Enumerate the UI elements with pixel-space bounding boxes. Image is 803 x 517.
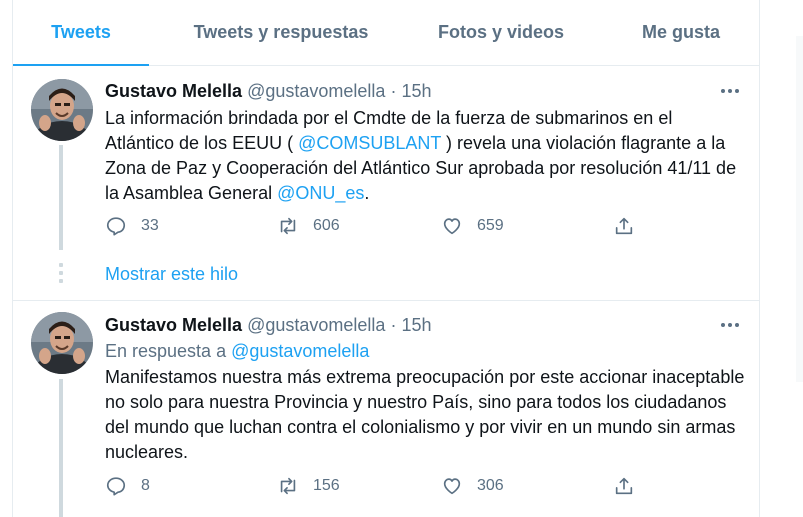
timestamp[interactable]: 15h bbox=[401, 81, 431, 101]
thread-connector bbox=[59, 145, 63, 250]
author-name[interactable]: Gustavo Melella bbox=[105, 81, 242, 101]
reply-handle-link[interactable]: @gustavomelella bbox=[231, 341, 369, 361]
reply-prefix: En respuesta a bbox=[105, 341, 227, 361]
reply-count: 33 bbox=[141, 217, 159, 234]
tweet[interactable]: Gustavo Melella @gustavomelella · 15h La… bbox=[13, 66, 759, 250]
tweet-text-part: . bbox=[364, 183, 370, 203]
thread-connector bbox=[59, 379, 63, 517]
share-icon bbox=[615, 217, 633, 235]
tab-media-label: Fotos y videos bbox=[437, 22, 565, 42]
avatar-image bbox=[31, 79, 93, 141]
retweet-button[interactable]: 606 bbox=[277, 214, 340, 238]
tweet-text: Manifestamos nuestra más extrema preocup… bbox=[105, 367, 745, 462]
retweet-button[interactable]: 156 bbox=[277, 474, 340, 498]
author-name[interactable]: Gustavo Melella bbox=[105, 315, 242, 335]
retweet-icon bbox=[280, 477, 296, 495]
avatar[interactable] bbox=[31, 79, 93, 141]
tab-tweets-label: Tweets bbox=[51, 22, 111, 42]
share-icon bbox=[615, 477, 633, 495]
share-button[interactable] bbox=[613, 474, 635, 498]
timestamp[interactable]: 15h bbox=[401, 315, 431, 335]
tab-tweets-and-replies[interactable]: Tweets y respuestas bbox=[173, 0, 389, 65]
profile-timeline: Tweets Tweets y respuestas Fotos y video… bbox=[12, 0, 760, 517]
tweet-actions: 8 156 306 bbox=[105, 474, 645, 498]
tab-tweets[interactable]: Tweets bbox=[13, 0, 149, 66]
tab-likes[interactable]: Me gusta bbox=[623, 0, 739, 65]
reply-icon bbox=[106, 477, 126, 496]
reply-count: 8 bbox=[141, 477, 150, 494]
tab-tweets-and-replies-label: Tweets y respuestas bbox=[193, 22, 369, 42]
right-column-edge bbox=[796, 36, 803, 382]
retweet-count: 606 bbox=[313, 217, 340, 234]
like-count: 659 bbox=[477, 217, 504, 234]
mention-link[interactable]: @ONU_es bbox=[277, 183, 364, 203]
tweet-text: La información brindada por el Cmdte de … bbox=[105, 106, 745, 206]
share-button[interactable] bbox=[613, 214, 635, 238]
reply-button[interactable]: 33 bbox=[105, 214, 159, 238]
like-count: 306 bbox=[477, 477, 504, 494]
like-icon bbox=[443, 218, 461, 235]
separator: · bbox=[390, 315, 397, 335]
more-icon[interactable] bbox=[718, 317, 742, 333]
reply-context: En respuesta a @gustavomelella bbox=[105, 341, 369, 362]
mention-link[interactable]: @COMSUBLANT bbox=[298, 133, 441, 153]
author-handle[interactable]: @gustavomelella bbox=[247, 315, 385, 335]
retweet-count: 156 bbox=[313, 477, 340, 494]
tweet[interactable]: Gustavo Melella @gustavomelella · 15h En… bbox=[13, 301, 759, 517]
profile-tabs: Tweets Tweets y respuestas Fotos y video… bbox=[13, 0, 759, 66]
show-thread-link[interactable]: Mostrar este hilo bbox=[105, 264, 238, 285]
tab-media[interactable]: Fotos y videos bbox=[423, 0, 579, 65]
separator: · bbox=[390, 81, 397, 101]
avatar-image bbox=[31, 312, 93, 374]
tab-likes-label: Me gusta bbox=[641, 22, 720, 42]
like-button[interactable]: 659 bbox=[441, 214, 504, 238]
tweet-header: Gustavo Melella @gustavomelella · 15h bbox=[105, 81, 432, 102]
reply-icon bbox=[106, 217, 126, 236]
retweet-icon bbox=[280, 217, 296, 235]
tweet-header: Gustavo Melella @gustavomelella · 15h bbox=[105, 315, 432, 336]
like-button[interactable]: 306 bbox=[441, 474, 504, 498]
reply-button[interactable]: 8 bbox=[105, 474, 150, 498]
like-icon bbox=[443, 478, 461, 495]
author-handle[interactable]: @gustavomelella bbox=[247, 81, 385, 101]
tweet-actions: 33 606 659 bbox=[105, 214, 645, 238]
more-icon[interactable] bbox=[718, 83, 742, 99]
avatar[interactable] bbox=[31, 312, 93, 374]
